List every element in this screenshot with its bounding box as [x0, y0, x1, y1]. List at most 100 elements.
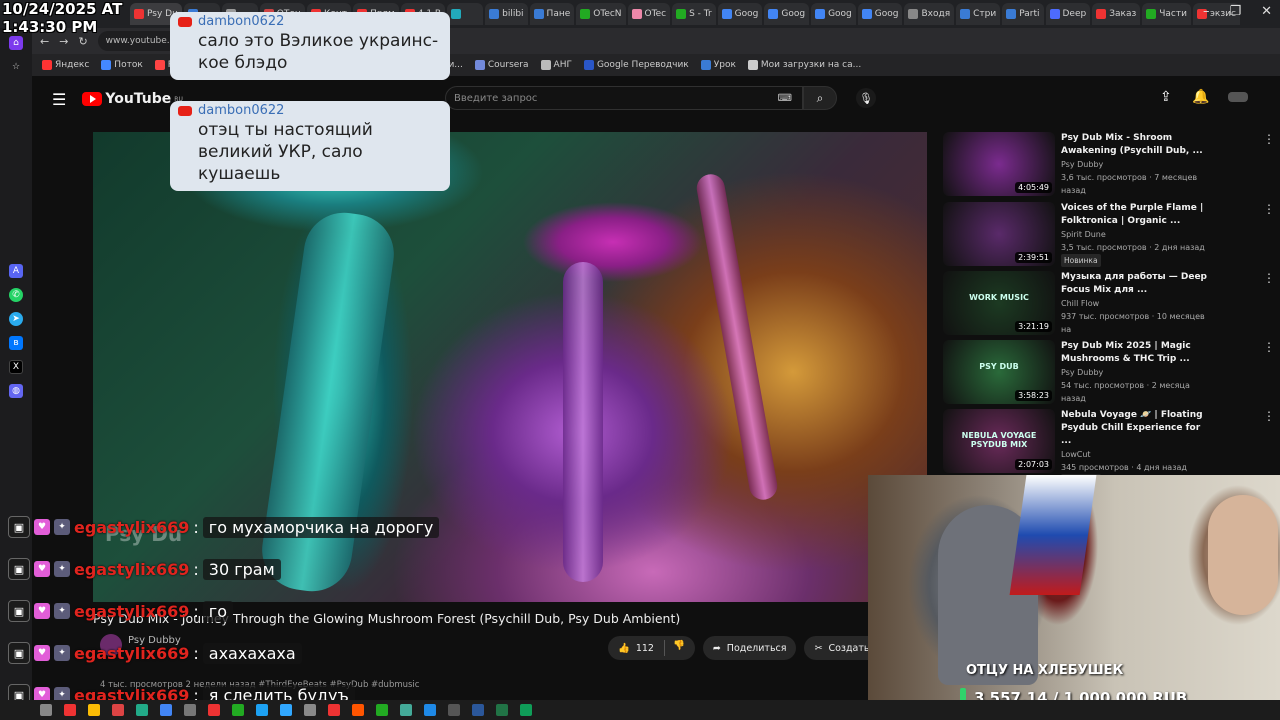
browser-tab[interactable]: Parti: [1002, 3, 1044, 25]
app-icon[interactable]: A: [9, 264, 23, 278]
taskbar-app-icon[interactable]: [424, 704, 436, 716]
video-thumbnail[interactable]: 4:05:49: [943, 132, 1055, 196]
search-button[interactable]: ⌕: [803, 86, 837, 110]
taskbar-app-icon[interactable]: [64, 704, 76, 716]
taskbar-app-icon[interactable]: [400, 704, 412, 716]
more-options-icon[interactable]: ⋮: [1263, 340, 1275, 404]
youtube-logo[interactable]: YouTube RU: [82, 91, 183, 107]
taskbar-app-icon[interactable]: [352, 704, 364, 716]
mic-icon[interactable]: 🎙: [856, 88, 876, 108]
rec-stats: 3,6 тыс. просмотров · 7 месяцев назад: [1061, 173, 1198, 195]
maximize-icon[interactable]: ❐: [1229, 4, 1241, 19]
bookmark-item[interactable]: Поток: [101, 60, 143, 70]
rec-title[interactable]: Psy Dub Mix - Shroom Awakening (Psychill…: [1061, 132, 1211, 158]
browser-tab[interactable]: Части: [1142, 3, 1191, 25]
search-input[interactable]: Введите запрос ⌨: [445, 86, 803, 110]
back-icon[interactable]: ←: [40, 35, 49, 48]
tab-favicon-icon: [908, 9, 919, 19]
video-thumbnail[interactable]: WORK MUSIC 3:21:19: [943, 271, 1055, 335]
bookmark-item[interactable]: Coursera: [474, 60, 529, 70]
taskbar-app-icon[interactable]: [184, 704, 196, 716]
browser-tab[interactable]: OTec: [627, 3, 671, 25]
rec-channel[interactable]: Psy Dubby: [1061, 366, 1211, 379]
taskbar-app-icon[interactable]: [112, 704, 124, 716]
rec-title[interactable]: Psy Dub Mix 2025 | Magic Mushrooms & THC…: [1061, 340, 1211, 366]
taskbar-app-icon[interactable]: [520, 704, 532, 716]
taskbar-app-icon[interactable]: [496, 704, 508, 716]
taskbar-app-icon[interactable]: [472, 704, 484, 716]
rec-title[interactable]: Voices of the Purple Flame | Folktronica…: [1061, 202, 1211, 228]
taskbar-app-icon[interactable]: [88, 704, 100, 716]
taskbar-app-icon[interactable]: [376, 704, 388, 716]
recommendation-item[interactable]: 4:05:49 Psy Dub Mix - Shroom Awakening (…: [943, 132, 1275, 196]
taskbar-app-icon[interactable]: [448, 704, 460, 716]
vk-icon[interactable]: в: [9, 336, 23, 350]
browser-tab[interactable]: OTecN: [576, 3, 626, 25]
more-options-icon[interactable]: ⋮: [1263, 202, 1275, 266]
avatar[interactable]: [1228, 92, 1248, 102]
taskbar-app-icon[interactable]: [256, 704, 268, 716]
rec-channel[interactable]: LowCut: [1061, 448, 1211, 461]
rec-title[interactable]: Музыка для работы — Deep Focus Mix для .…: [1061, 271, 1211, 297]
taskbar-app-icon[interactable]: [40, 704, 52, 716]
video-thumbnail[interactable]: NEBULA VOYAGE PSYDUB MIX 2:07:03: [943, 409, 1055, 473]
forward-icon[interactable]: →: [59, 35, 68, 48]
recommendation-item[interactable]: WORK MUSIC 3:21:19 Музыка для работы — D…: [943, 271, 1275, 335]
taskbar-app-icon[interactable]: [232, 704, 244, 716]
browser-tab[interactable]: Пане: [529, 3, 575, 25]
minimize-icon[interactable]: –: [1203, 4, 1210, 19]
video-thumbnail[interactable]: PSY DUB 3:58:23: [943, 340, 1055, 404]
browser-tab[interactable]: Deep: [1045, 3, 1091, 25]
reload-icon[interactable]: ↻: [78, 35, 87, 48]
rec-channel[interactable]: Chill Flow: [1061, 297, 1211, 310]
more-options-icon[interactable]: ⋮: [1263, 132, 1275, 196]
thumbs-down-icon[interactable]: 👎: [663, 640, 685, 656]
taskbar-app-icon[interactable]: [328, 704, 340, 716]
bell-icon[interactable]: 🔔: [1192, 89, 1209, 105]
browser-tab[interactable]: bilibi: [485, 3, 528, 25]
browser-tab[interactable]: Входя: [904, 3, 955, 25]
browser-tab[interactable]: Стри: [956, 3, 1001, 25]
hamburger-icon[interactable]: ☰: [52, 90, 66, 109]
video-duration: 4:05:49: [1015, 182, 1052, 193]
recommendation-item[interactable]: PSY DUB 3:58:23 Psy Dub Mix 2025 | Magic…: [943, 340, 1275, 404]
browser-tab[interactable]: Заказ: [1092, 3, 1141, 25]
like-button[interactable]: 👍 112 👎: [608, 636, 695, 660]
rec-title[interactable]: Nebula Voyage 🪐 | Floating Psydub Chill …: [1061, 409, 1211, 448]
bookmark-item[interactable]: Мои загрузки на са...: [747, 60, 861, 70]
taskbar-app-icon[interactable]: [136, 704, 148, 716]
video-duration: 2:07:03: [1015, 459, 1052, 470]
taskbar-app-icon[interactable]: [160, 704, 172, 716]
whatsapp-icon[interactable]: ✆: [9, 288, 23, 302]
video-thumbnail[interactable]: 2:39:51: [943, 202, 1055, 266]
close-icon[interactable]: ✕: [1261, 4, 1272, 19]
browser-tab[interactable]: Goog: [857, 3, 903, 25]
more-options-icon[interactable]: ⋮: [1263, 409, 1275, 473]
ai-icon[interactable]: ◍: [9, 384, 23, 398]
more-options-icon[interactable]: ⋮: [1263, 271, 1275, 335]
bookmark-item[interactable]: АНГ: [540, 60, 572, 70]
rec-channel[interactable]: Spirit Dune: [1061, 228, 1211, 241]
taskbar-app-icon[interactable]: [280, 704, 292, 716]
browser-tab[interactable]: Goog: [811, 3, 856, 25]
bookmark-item[interactable]: Яндекс: [42, 60, 89, 70]
tab-favicon-icon: [1096, 9, 1107, 19]
browser-tab[interactable]: Goog: [764, 3, 810, 25]
taskbar-app-icon[interactable]: [304, 704, 316, 716]
recommendation-item[interactable]: 2:39:51 Voices of the Purple Flame | Fol…: [943, 202, 1275, 267]
taskbar-app-icon[interactable]: [208, 704, 220, 716]
browser-tab[interactable]: S - Tr: [672, 3, 716, 25]
bookmark-item[interactable]: Google Переводчик: [583, 60, 689, 70]
recommendation-item[interactable]: NEBULA VOYAGE PSYDUB MIX 2:07:03 Nebula …: [943, 409, 1275, 487]
star-icon[interactable]: ☆: [9, 60, 23, 74]
x-icon[interactable]: X: [9, 360, 23, 374]
telegram-icon[interactable]: ➤: [9, 312, 23, 326]
share-button[interactable]: ➦ Поделиться: [702, 636, 797, 660]
browser-tab[interactable]: [447, 3, 484, 25]
upload-icon[interactable]: ⇪: [1160, 89, 1172, 105]
bookmark-item[interactable]: Урок: [700, 60, 736, 70]
browser-tab[interactable]: Goog: [717, 3, 763, 25]
home-icon[interactable]: ⌂: [9, 36, 23, 50]
rec-channel[interactable]: Psy Dubby: [1061, 158, 1211, 171]
keyboard-icon[interactable]: ⌨: [778, 93, 792, 104]
